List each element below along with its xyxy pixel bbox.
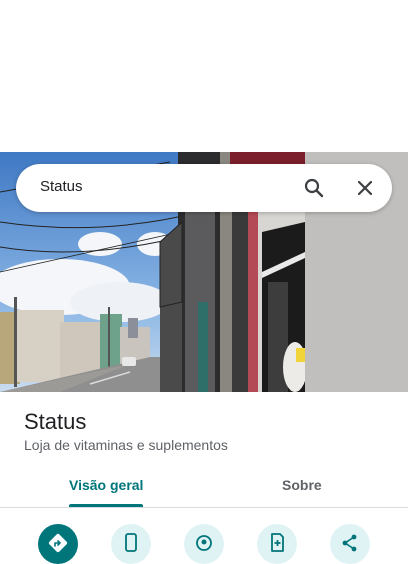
nearby-button[interactable] [184,524,224,564]
share-icon [339,524,361,559]
share-button[interactable] [330,524,370,564]
close-icon[interactable] [353,176,377,200]
tab-overview[interactable]: Visão geral [69,477,143,493]
tab-divider [0,507,408,508]
search-bar[interactable]: Status [16,164,392,212]
search-input[interactable]: Status [40,178,83,195]
save-button[interactable] [257,524,297,564]
nearby-icon [193,524,215,559]
save-icon [266,524,288,559]
place-name: Status [24,409,87,434]
search-icon[interactable] [302,176,326,200]
call-button[interactable] [111,524,151,564]
place-category: Loja de vitaminas e suplementos [24,437,228,453]
phone-icon [120,524,142,559]
directions-icon [47,524,69,559]
map-blank-area [0,0,408,152]
tab-about[interactable]: Sobre [282,477,322,493]
directions-button[interactable] [38,524,78,564]
